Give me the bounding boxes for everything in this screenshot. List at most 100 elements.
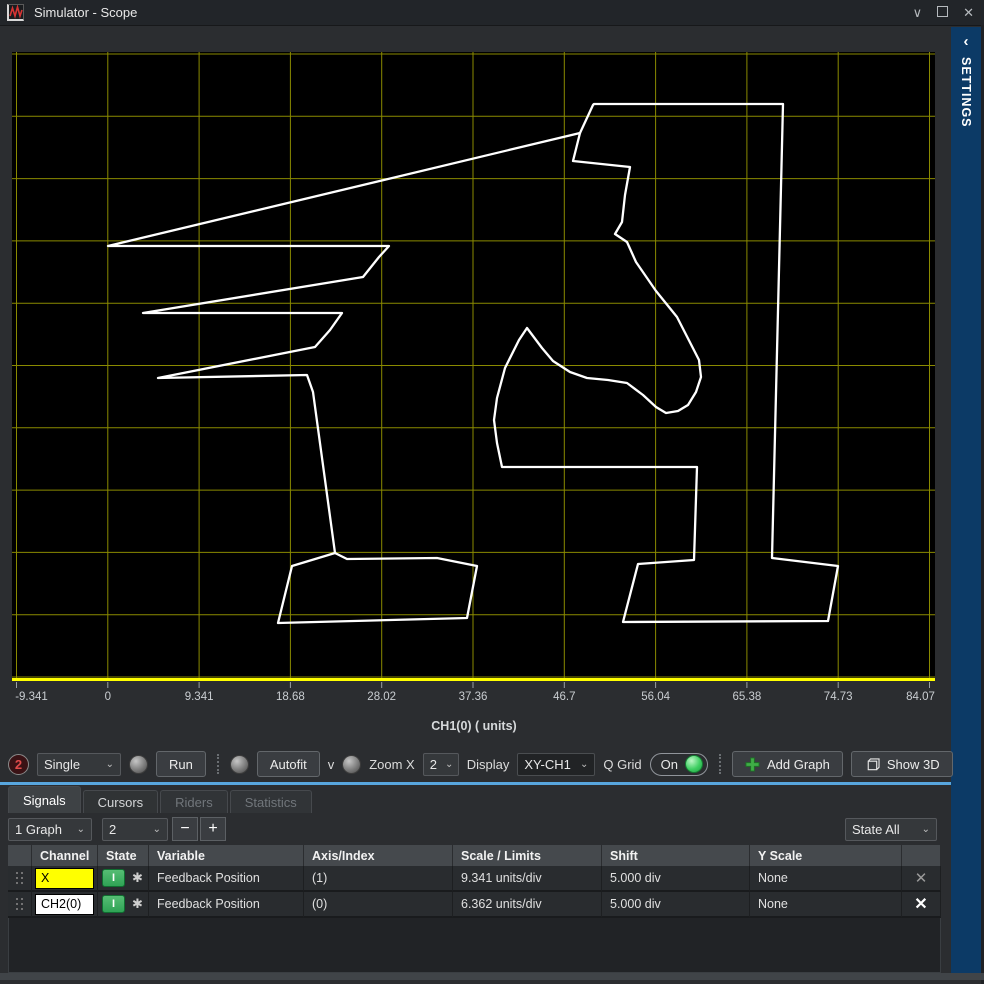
x-tick-label: 84.07	[906, 691, 935, 703]
panel-splitter[interactable]	[0, 782, 951, 785]
channel-cell[interactable]: X	[32, 866, 98, 892]
close-icon[interactable]: ✕	[915, 869, 928, 887]
channel-name-chip[interactable]: CH2(0)	[35, 894, 94, 915]
scope-toolbar: 2 Single⌄ Run Autofit v Zoom X 2⌄ Displa…	[8, 747, 948, 781]
qgrid-on-led	[685, 755, 703, 773]
graph-select[interactable]: 1 Graph⌄	[8, 818, 92, 841]
remove-signal-button[interactable]: −	[172, 817, 198, 841]
window-close-icon[interactable]: ✕	[963, 6, 974, 19]
plus-icon	[745, 757, 760, 772]
channel-cell[interactable]: CH2(0)	[32, 892, 98, 918]
header-axis-index: Axis/Index	[304, 845, 453, 866]
x-tick-label: 28.02	[367, 691, 396, 703]
window-collapse-icon[interactable]: ∨	[913, 6, 923, 19]
channel-name-chip[interactable]: X	[35, 868, 94, 889]
autofit-button[interactable]: Autofit	[257, 751, 320, 777]
variable-cell[interactable]: Feedback Position	[149, 892, 304, 918]
signals-toolbar: 1 Graph⌄ 2⌄ − + State All⌄	[8, 815, 941, 843]
x-tick-label: 0	[105, 691, 111, 703]
x-tick-label: -9.341	[15, 691, 48, 703]
scope-xy-plot: -9.34109.34118.6828.0237.3646.756.0465.3…	[8, 28, 950, 745]
table-row: X I ✱ Feedback Position (1) 9.341 units/…	[8, 866, 941, 892]
chevron-down-icon: ⌄	[153, 824, 161, 835]
tab-cursors[interactable]: Cursors	[83, 790, 159, 813]
chevron-down-icon: ⌄	[77, 824, 85, 835]
x-tick-label: 74.73	[824, 691, 853, 703]
tab-signals[interactable]: Signals	[8, 786, 81, 813]
table-empty-area	[8, 918, 941, 973]
row-close-cell[interactable]: ✕	[902, 892, 941, 918]
zoom-x-label: Zoom X	[369, 757, 415, 772]
shift-cell[interactable]: 5.000 div	[602, 892, 750, 918]
header-grip-column	[8, 845, 32, 866]
header-scale-limits: Scale / Limits	[453, 845, 602, 866]
settings-panel-tab[interactable]: ‹ SETTINGS	[951, 27, 981, 973]
row-drag-handle[interactable]	[8, 892, 32, 918]
header-shift: Shift	[602, 845, 750, 866]
close-icon[interactable]: ✕	[914, 894, 927, 914]
state-enabled-button[interactable]: I	[102, 895, 125, 913]
state-enabled-button[interactable]: I	[102, 869, 125, 887]
add-signal-button[interactable]: +	[200, 817, 226, 841]
window-maximize-icon[interactable]	[937, 6, 948, 19]
header-close-column	[902, 845, 941, 866]
toolbar-separator	[719, 754, 721, 774]
scale-limits-cell[interactable]: 9.341 units/div	[453, 866, 602, 892]
table-header-row: Channel State Variable Axis/Index Scale …	[8, 845, 941, 866]
signal-count-select[interactable]: 2⌄	[102, 818, 168, 841]
row-close-cell[interactable]: ✕	[902, 866, 941, 892]
tab-statistics: Statistics	[230, 790, 312, 813]
chevron-down-icon: ⌄	[580, 759, 588, 770]
lower-tabstrip: Signals Cursors Riders Statistics	[8, 786, 948, 813]
row-drag-handle[interactable]	[8, 866, 32, 892]
zoom-x-select[interactable]: 2⌄	[423, 753, 459, 776]
chevron-down-icon: ⌄	[445, 759, 453, 770]
axis-index-cell[interactable]: (1)	[304, 866, 453, 892]
display-mode-select[interactable]: XY-CH1⌄	[517, 753, 595, 776]
settings-collapse-icon[interactable]: ‹	[951, 33, 981, 50]
trigger-count-badge: 2	[8, 754, 29, 775]
asterisk-icon[interactable]: ✱	[132, 896, 143, 912]
scale-limits-cell[interactable]: 6.362 units/div	[453, 892, 602, 918]
run-button[interactable]: Run	[156, 751, 206, 777]
x-tick-label: 56.04	[641, 691, 670, 703]
chevron-down-icon: ⌄	[922, 824, 930, 835]
shift-cell[interactable]: 5.000 div	[602, 866, 750, 892]
chevron-down-icon: ⌄	[106, 759, 114, 770]
cube-3d-icon	[864, 757, 880, 772]
x-tick-label: 46.7	[553, 691, 575, 703]
display-label: Display	[467, 757, 510, 772]
qgrid-label: Q Grid	[603, 757, 641, 772]
grip-icon	[16, 898, 24, 911]
run-status-led	[129, 755, 148, 774]
signals-table: Channel State Variable Axis/Index Scale …	[8, 845, 941, 918]
scope-plot-panel[interactable]: -9.34109.34118.6828.0237.3646.756.0465.3…	[8, 28, 950, 745]
header-channel: Channel	[32, 845, 98, 866]
header-y-scale: Y Scale	[750, 845, 902, 866]
y-scale-cell[interactable]: None	[750, 892, 902, 918]
state-all-select[interactable]: State All⌄	[845, 818, 937, 841]
autofit-status-led	[230, 755, 249, 774]
show-3d-button[interactable]: Show 3D	[851, 751, 953, 777]
autofit-dropdown[interactable]: v	[328, 757, 335, 772]
grip-icon	[16, 872, 24, 885]
header-state: State	[98, 845, 149, 866]
header-variable: Variable	[149, 845, 304, 866]
qgrid-toggle[interactable]: On	[650, 753, 708, 776]
x-tick-label: 37.36	[459, 691, 488, 703]
asterisk-icon[interactable]: ✱	[132, 870, 143, 886]
window-title: Simulator - Scope	[34, 5, 137, 20]
state-cell: I ✱	[98, 892, 149, 918]
axis-index-cell[interactable]: (0)	[304, 892, 453, 918]
y-scale-cell[interactable]: None	[750, 866, 902, 892]
add-graph-button[interactable]: Add Graph	[732, 751, 843, 777]
window-bottom-bar	[0, 973, 984, 980]
app-icon	[7, 4, 24, 21]
zoom-status-led	[342, 755, 361, 774]
variable-cell[interactable]: Feedback Position	[149, 866, 304, 892]
x-tick-label: 65.38	[733, 691, 762, 703]
state-cell: I ✱	[98, 866, 149, 892]
trigger-mode-select[interactable]: Single⌄	[37, 753, 121, 776]
x-tick-label: 9.341	[185, 691, 214, 703]
tab-riders: Riders	[160, 790, 228, 813]
